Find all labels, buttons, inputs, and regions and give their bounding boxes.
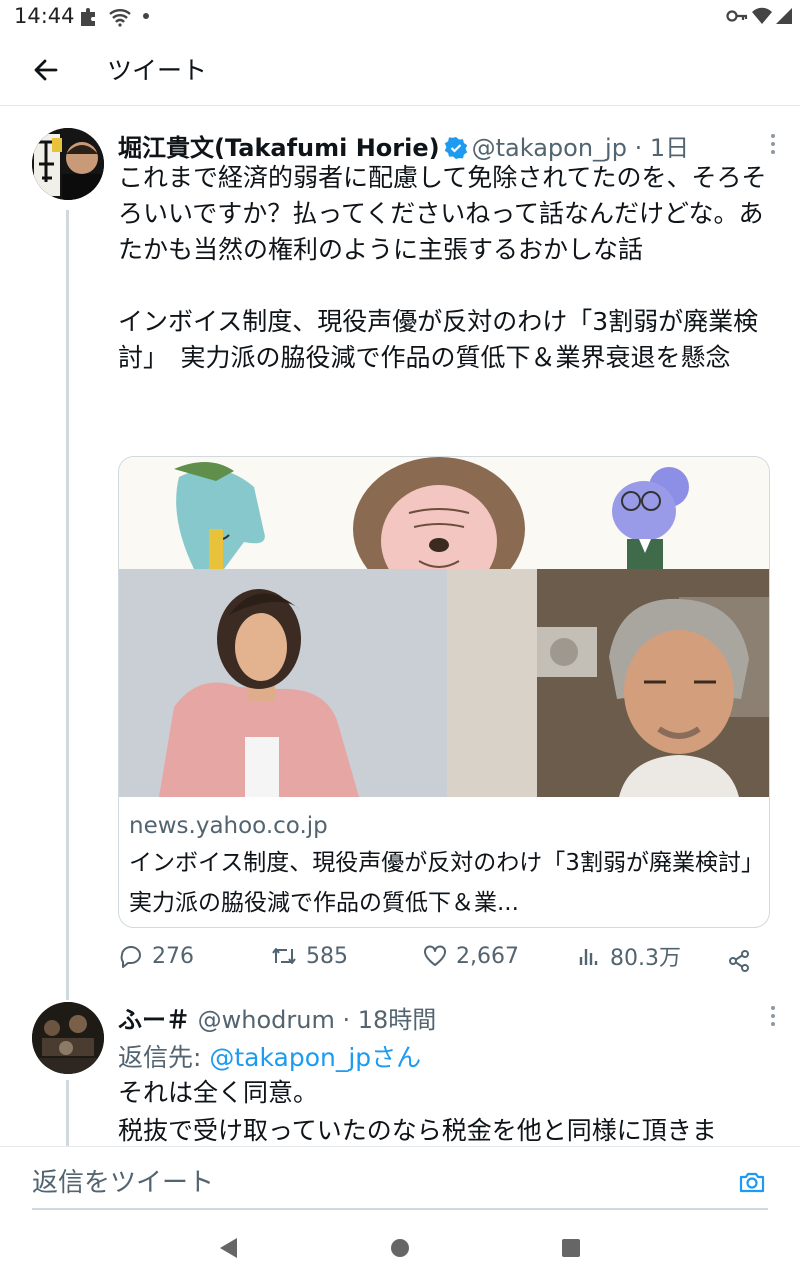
thread-connector: [66, 210, 69, 1000]
avatar-image: [32, 128, 104, 200]
author-name[interactable]: 堀江貴文(Takafumi Horie): [118, 134, 440, 162]
reply-header: ふー＃ @whodrum · 18時間: [118, 1000, 436, 1035]
avatar-image: [32, 1002, 104, 1074]
reply-count: 276: [152, 943, 194, 969]
link-domain: news.yahoo.co.jp: [129, 813, 328, 839]
wifi-off-icon: [109, 9, 131, 27]
retweet-icon: [272, 948, 296, 964]
author-handle-time[interactable]: @takapon_jp · 1日: [472, 134, 690, 162]
tweet-text: これまで経済的弱者に配慮して免除されてたのを、そろそろいいですか？払ってください…: [118, 163, 767, 372]
link-card[interactable]: news.yahoo.co.jp インボイス制度、現役声優が反対のわけ「3割弱が…: [118, 456, 770, 928]
reply-icon: [120, 946, 141, 968]
reply-composer: [0, 1146, 800, 1222]
nav-home-icon[interactable]: [389, 1236, 411, 1260]
input-underline: [32, 1208, 768, 1210]
key-icon: [726, 10, 748, 22]
heart-icon: [424, 945, 446, 966]
bar-chart-icon: [579, 949, 598, 965]
more-options-icon[interactable]: [768, 132, 778, 156]
reply-author-name[interactable]: ふー＃: [118, 1006, 190, 1034]
author-avatar[interactable]: [32, 128, 104, 200]
verified-badge-icon: [444, 137, 467, 159]
retweet-button[interactable]: 585: [270, 938, 348, 974]
view-count: 80.3万: [610, 946, 681, 971]
like-button[interactable]: 2,667: [422, 938, 519, 974]
link-card-image: [119, 457, 769, 797]
wifi-icon: [752, 7, 772, 25]
tweet-actions: 276 585 2,667 80.3万: [118, 938, 778, 974]
nav-recents-icon[interactable]: [560, 1236, 582, 1260]
share-icon[interactable]: [726, 943, 752, 979]
camera-icon[interactable]: [738, 1169, 766, 1195]
link-title: インボイス制度、現役声優が反対のわけ「3割弱が廃業検討」 実力派の脇役減で作品の…: [129, 850, 759, 916]
status-time: 14:44: [14, 4, 75, 28]
reply-input[interactable]: [32, 1157, 712, 1209]
puzzle-icon: [81, 8, 95, 26]
replying-to-label: 返信先:: [118, 1043, 210, 1072]
notification-dot-icon: [143, 13, 149, 19]
thread-connector-reply: [66, 1080, 69, 1146]
reply-author-avatar[interactable]: [32, 1002, 104, 1074]
status-bar: 14:44: [0, 0, 800, 34]
reply-button[interactable]: 276: [118, 938, 194, 974]
views-button[interactable]: 80.3万: [576, 938, 681, 974]
nav-back-icon[interactable]: [218, 1236, 240, 1260]
reply-more-options-icon[interactable]: [768, 1004, 778, 1028]
replying-to-handle[interactable]: @takapon_jpさん: [209, 1043, 421, 1072]
app-bar: ツイート: [0, 34, 800, 106]
signal-icon: [776, 8, 792, 24]
tweet-header: 堀江貴文(Takafumi Horie) @takapon_jp · 1日: [118, 128, 689, 163]
like-count: 2,667: [456, 943, 519, 969]
reply-author-handle-time[interactable]: @whodrum · 18時間: [198, 1006, 437, 1034]
page-title: ツイート: [107, 56, 208, 85]
back-arrow-icon[interactable]: [26, 50, 66, 90]
retweet-count: 585: [306, 943, 348, 969]
replying-to: 返信先: @takapon_jpさん: [118, 1038, 421, 1074]
reply-text: それは全く同意。 税抜で受け取っていたのなら税金を他と同様に頂きま: [118, 1078, 717, 1145]
system-nav-bar: [0, 1222, 800, 1280]
